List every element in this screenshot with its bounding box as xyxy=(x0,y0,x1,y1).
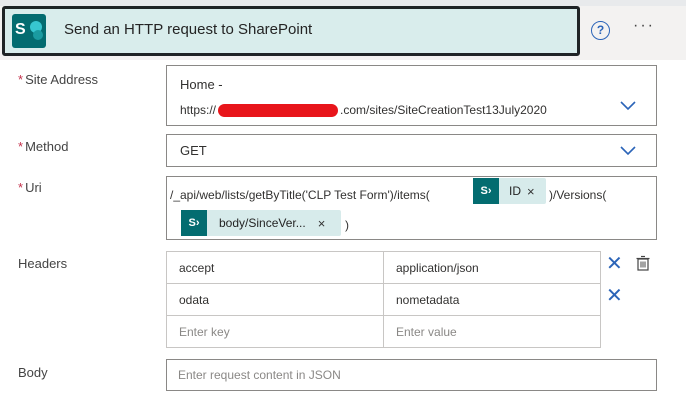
method-dropdown[interactable] xyxy=(166,134,657,167)
sharepoint-logo-icon: S xyxy=(12,14,46,48)
header-key-input[interactable]: odata xyxy=(166,283,384,316)
header-value-input[interactable]: Enter value xyxy=(383,315,601,348)
chevron-down-icon[interactable] xyxy=(620,101,636,115)
uri-text-part2: )/Versions( xyxy=(549,188,607,202)
header-key-input[interactable]: Enter key xyxy=(166,315,384,348)
more-icon[interactable]: ··· xyxy=(633,17,655,35)
headers-label: Headers xyxy=(18,256,68,271)
header-value-input[interactable]: nometadata xyxy=(383,283,601,316)
sharepoint-token-icon: S› xyxy=(473,178,499,204)
help-icon[interactable]: ? xyxy=(591,21,610,40)
site-address-label: * Site Address xyxy=(18,72,99,87)
token-remove-icon[interactable]: × xyxy=(527,184,535,199)
uri-text-part3: ) xyxy=(345,218,349,232)
redaction-mark xyxy=(218,104,339,118)
uri-text-part1: /_api/web/lists/getByTitle('CLP Test For… xyxy=(170,188,430,202)
body-input[interactable]: Enter request content in JSON xyxy=(166,359,657,391)
header-value-input[interactable]: application/json xyxy=(383,251,601,284)
method-value: GET xyxy=(180,143,207,158)
switch-to-text-mode-icon[interactable] xyxy=(635,255,651,274)
dynamic-token-body[interactable]: S› body/SinceVer... × xyxy=(181,210,341,236)
uri-label: * Uri xyxy=(18,180,42,195)
remove-row-icon[interactable]: ✕ xyxy=(606,286,623,306)
remove-row-icon[interactable]: ✕ xyxy=(606,254,623,274)
method-label: * Method xyxy=(18,139,69,154)
token-remove-icon[interactable]: × xyxy=(318,216,326,231)
body-label: Body xyxy=(18,365,48,380)
dynamic-token-id[interactable]: S› ID × xyxy=(473,178,546,204)
header-key-input[interactable]: accept xyxy=(166,251,384,284)
site-address-line1: Home - xyxy=(180,77,223,92)
chevron-down-icon[interactable] xyxy=(620,146,636,160)
sharepoint-token-icon: S› xyxy=(181,210,207,236)
site-address-line2: https://.com/sites/SiteCreationTest13Jul… xyxy=(180,103,547,118)
action-title: Send an HTTP request to SharePoint xyxy=(64,21,313,38)
